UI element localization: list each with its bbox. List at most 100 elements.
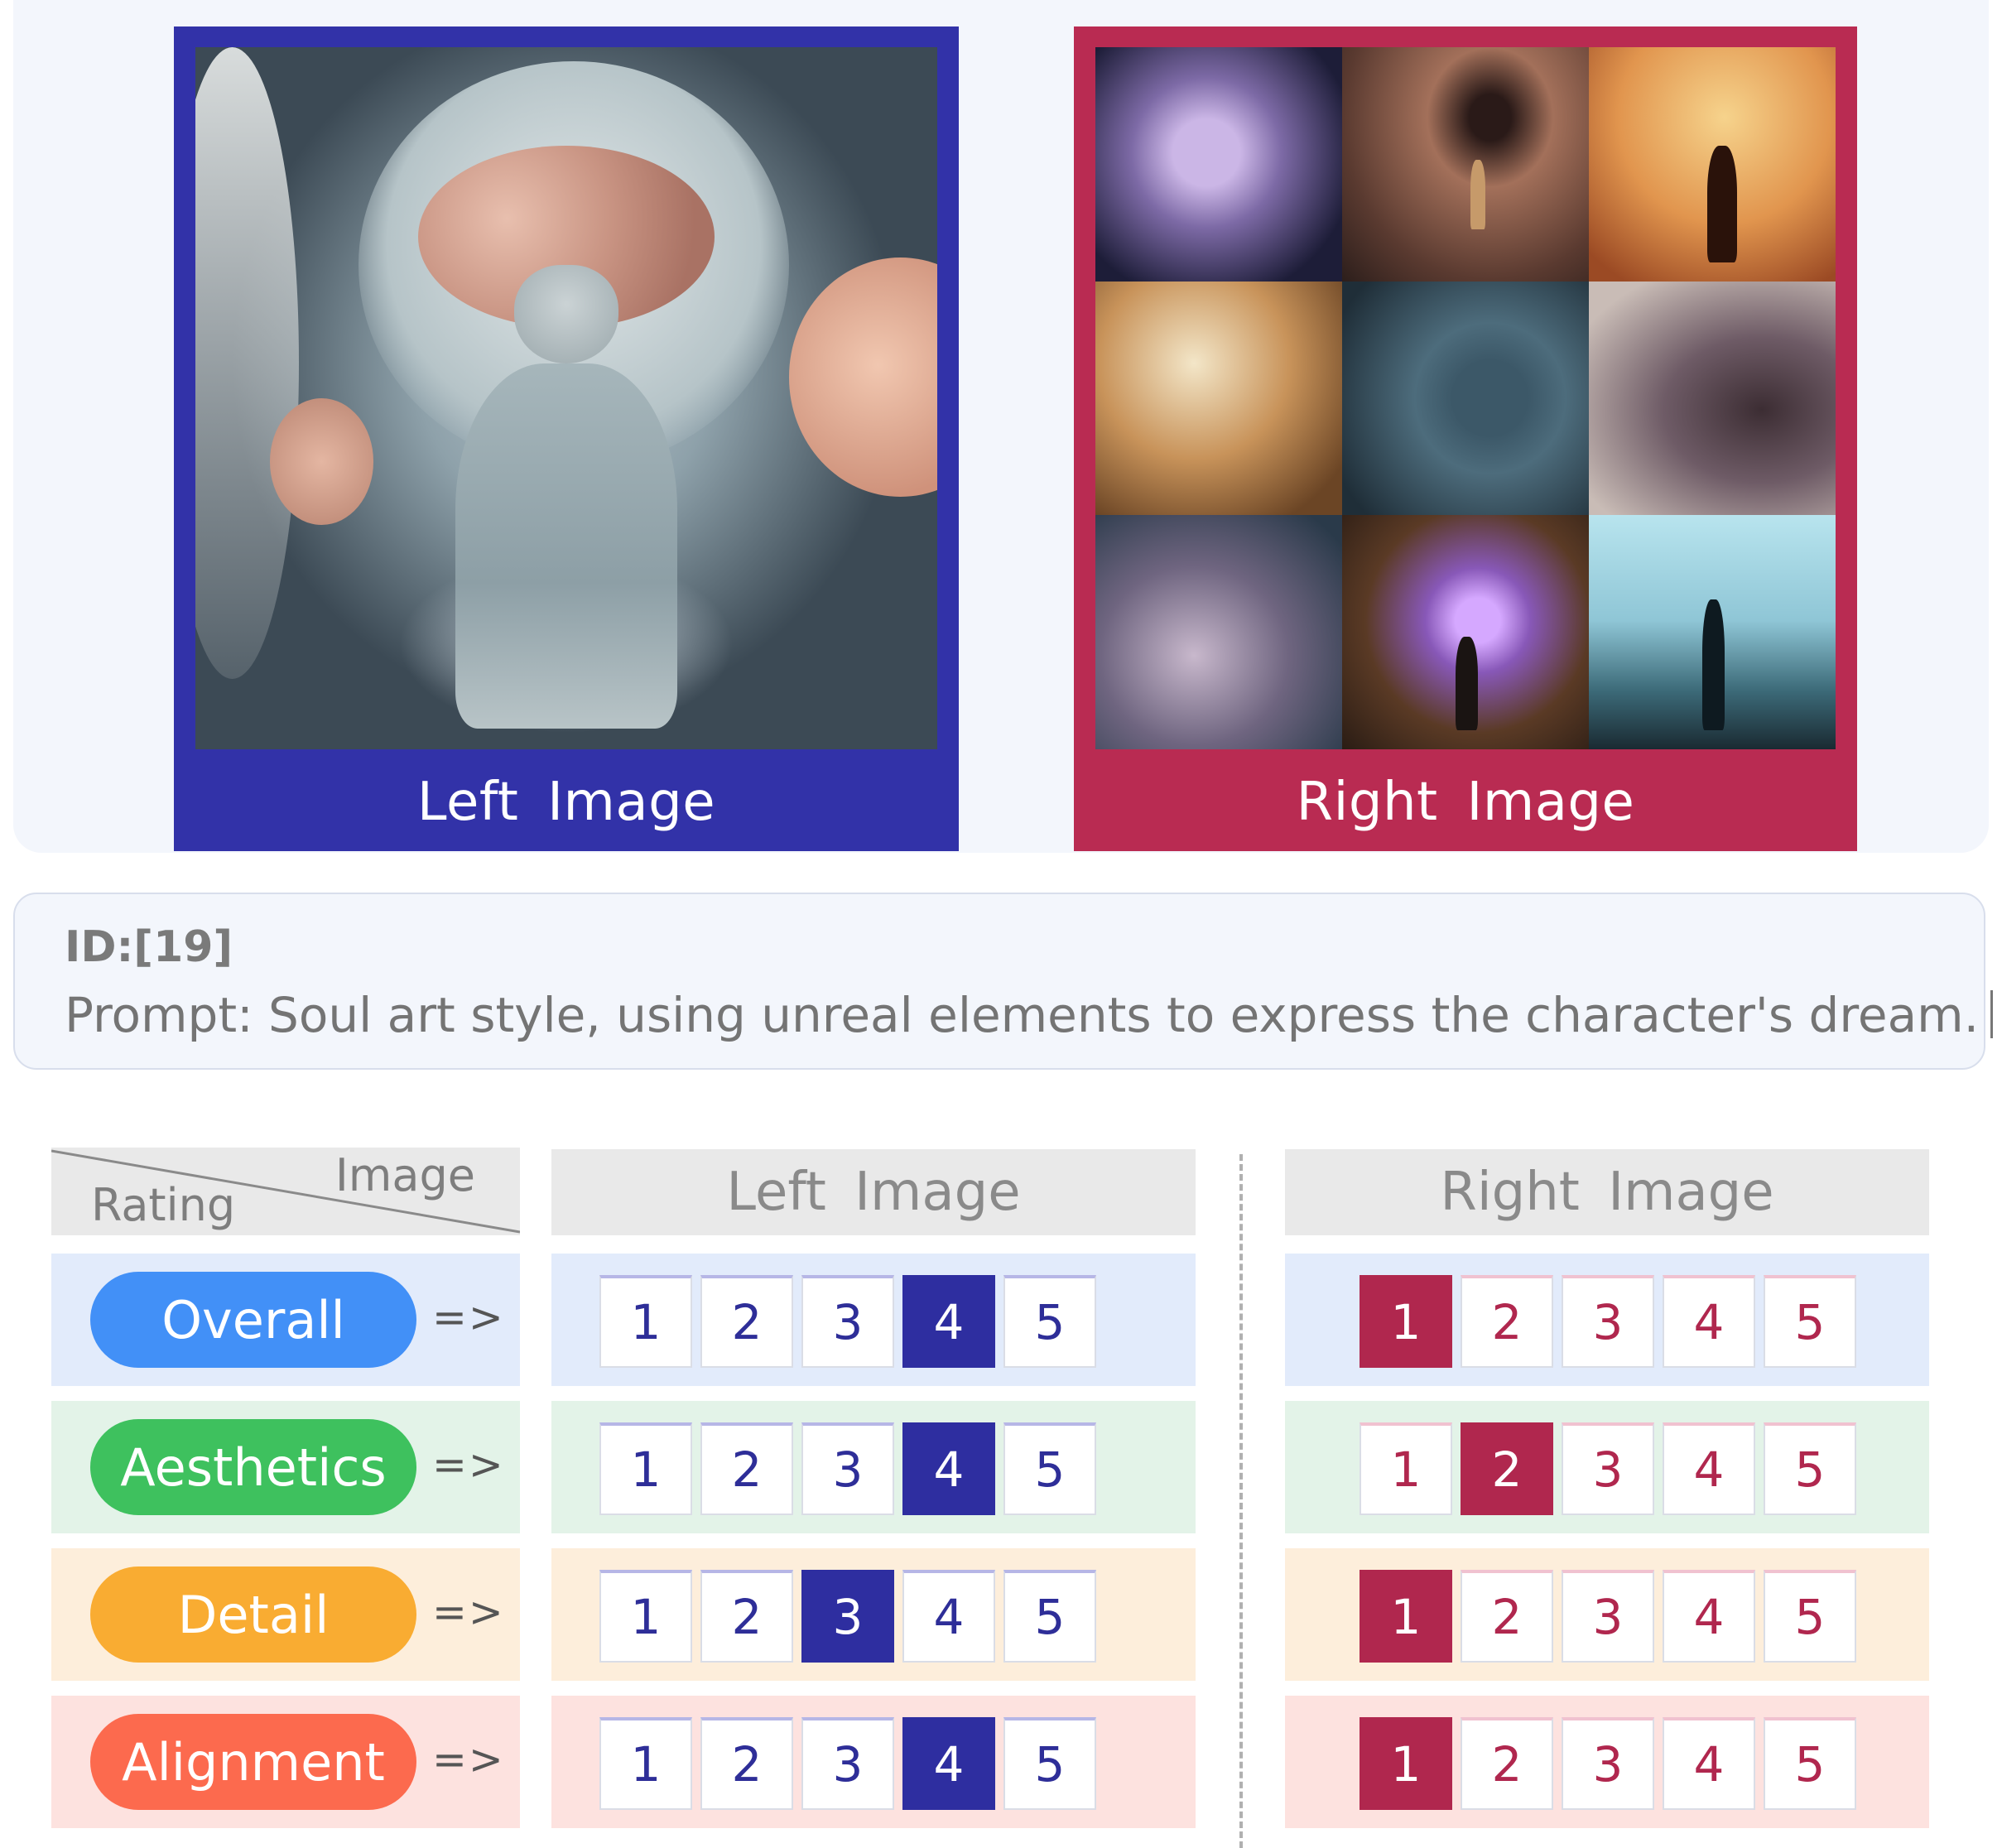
right-alignment-option-4[interactable]: 4 <box>1663 1717 1755 1810</box>
right-detail-option-5[interactable]: 5 <box>1764 1570 1856 1663</box>
right-detail-option-3[interactable]: 3 <box>1562 1570 1654 1663</box>
right-alignment-option-2[interactable]: 2 <box>1461 1717 1553 1810</box>
prompt-id: ID:[19] <box>65 922 233 972</box>
arrow-indicator: => <box>432 1588 505 1636</box>
right-detail-option-4[interactable]: 4 <box>1663 1570 1755 1663</box>
left-aesthetics-option-5[interactable]: 5 <box>1003 1422 1096 1515</box>
right-image-rating-cell: 12345 <box>1285 1696 1929 1828</box>
grid-tile <box>1589 47 1836 282</box>
image-comparison-panel: Left Image Right Image <box>13 0 1989 853</box>
right-detail-option-2[interactable]: 2 <box>1461 1570 1553 1663</box>
right-aesthetics-option-4[interactable]: 4 <box>1663 1422 1755 1515</box>
alignment-label-pill: Alignment <box>90 1714 416 1810</box>
left-image-rating-cell: 12345 <box>551 1401 1196 1533</box>
left-image-rating-cell: 12345 <box>551 1254 1196 1386</box>
left-overall-option-1[interactable]: 1 <box>599 1275 692 1368</box>
right-alignment-option-1[interactable]: 1 <box>1360 1717 1452 1810</box>
prompt-text: Prompt: Soul art style, using unreal ele… <box>65 987 1994 1043</box>
right-image[interactable] <box>1095 47 1836 749</box>
right-alignment-option-5[interactable]: 5 <box>1764 1717 1856 1810</box>
left-overall-option-2[interactable]: 2 <box>700 1275 793 1368</box>
left-image-painting <box>195 47 937 749</box>
left-alignment-option-1[interactable]: 1 <box>599 1717 692 1810</box>
right-overall-option-3[interactable]: 3 <box>1562 1275 1654 1368</box>
right-detail-option-1[interactable]: 1 <box>1360 1570 1452 1663</box>
right-image-frame: Right Image <box>1074 26 1857 851</box>
grid-tile <box>1589 515 1836 749</box>
left-overall-option-4[interactable]: 4 <box>902 1275 995 1368</box>
left-aesthetics-option-2[interactable]: 2 <box>700 1422 793 1515</box>
grid-tile <box>1342 281 1589 516</box>
prompt-box[interactable]: ID:[19] Prompt: Soul art style, using un… <box>13 893 1994 1070</box>
aesthetics-label-pill: Aesthetics <box>90 1419 416 1515</box>
right-aesthetics-option-3[interactable]: 3 <box>1562 1422 1654 1515</box>
left-overall-option-3[interactable]: 3 <box>801 1275 894 1368</box>
left-image-aesthetics-scale: 12345 <box>599 1422 1096 1515</box>
rating-row-overall: Overall => 1 2 3 4 5 1 2 3 4 5 <box>0 1254 2002 1386</box>
left-image-frame: Left Image <box>174 26 959 851</box>
left-detail-option-2[interactable]: 2 <box>700 1570 793 1663</box>
rating-row-alignment: Alignment => 1 2 3 4 5 1 2 3 4 5 <box>0 1696 2002 1828</box>
left-detail-option-5[interactable]: 5 <box>1003 1570 1096 1663</box>
left-aesthetics-option-1[interactable]: 1 <box>599 1422 692 1515</box>
detail-label-pill: Detail <box>90 1566 416 1663</box>
right-overall-option-5[interactable]: 5 <box>1764 1275 1856 1368</box>
right-image-grid <box>1095 47 1836 749</box>
left-image-rating-cell: 12345 <box>551 1696 1196 1828</box>
left-image-caption: Left Image <box>416 772 716 833</box>
arrow-indicator: => <box>432 1735 505 1783</box>
overall-label-pill: Overall <box>90 1272 416 1368</box>
left-alignment-option-4[interactable]: 4 <box>902 1717 995 1810</box>
left-alignment-option-5[interactable]: 5 <box>1003 1717 1096 1810</box>
right-overall-option-1[interactable]: 1 <box>1360 1275 1452 1368</box>
right-overall-option-2[interactable]: 2 <box>1461 1275 1553 1368</box>
left-image-overall-scale: 12345 <box>599 1275 1096 1368</box>
right-image-caption: Right Image <box>1296 772 1635 833</box>
table-corner-header: Rating Image <box>51 1148 520 1235</box>
left-image-alignment-scale: 12345 <box>599 1717 1096 1810</box>
right-image-detail-scale: 12345 <box>1360 1570 1856 1663</box>
right-aesthetics-option-1[interactable]: 1 <box>1360 1422 1452 1515</box>
rating-label-cell: Overall => <box>51 1254 520 1386</box>
rating-row-aesthetics: Aesthetics => 1 2 3 4 5 1 2 3 4 5 <box>0 1401 2002 1533</box>
grid-tile <box>1095 281 1342 516</box>
rating-row-detail: Detail => 1 2 3 4 5 1 2 3 4 5 <box>0 1548 2002 1681</box>
left-detail-option-4[interactable]: 4 <box>902 1570 995 1663</box>
text-caret <box>1990 990 1994 1038</box>
grid-tile <box>1095 515 1342 749</box>
left-image-detail-scale: 12345 <box>599 1570 1096 1663</box>
left-alignment-option-2[interactable]: 2 <box>700 1717 793 1810</box>
right-image-aesthetics-scale: 12345 <box>1360 1422 1856 1515</box>
right-overall-option-4[interactable]: 4 <box>1663 1275 1755 1368</box>
left-image[interactable] <box>195 47 937 749</box>
right-aesthetics-option-2[interactable]: 2 <box>1461 1422 1553 1515</box>
grid-tile <box>1589 281 1836 516</box>
grid-tile <box>1342 515 1589 749</box>
left-aesthetics-option-4[interactable]: 4 <box>902 1422 995 1515</box>
prompt-text-value: Prompt: Soul art style, using unreal ele… <box>65 987 1980 1043</box>
corner-row-label: Rating <box>91 1179 236 1231</box>
right-alignment-option-3[interactable]: 3 <box>1562 1717 1654 1810</box>
rating-label-cell: Aesthetics => <box>51 1401 520 1533</box>
left-detail-option-3[interactable]: 3 <box>801 1570 894 1663</box>
left-alignment-option-3[interactable]: 3 <box>801 1717 894 1810</box>
right-image-column-header: Right Image <box>1285 1149 1929 1235</box>
right-image-alignment-scale: 12345 <box>1360 1717 1856 1810</box>
grid-tile <box>1095 47 1342 282</box>
right-aesthetics-option-5[interactable]: 5 <box>1764 1422 1856 1515</box>
right-image-rating-cell: 12345 <box>1285 1548 1929 1681</box>
rating-label-cell: Detail => <box>51 1548 520 1681</box>
left-aesthetics-option-3[interactable]: 3 <box>801 1422 894 1515</box>
corner-col-label: Image <box>334 1149 475 1201</box>
right-image-overall-scale: 12345 <box>1360 1275 1856 1368</box>
left-image-rating-cell: 12345 <box>551 1548 1196 1681</box>
rating-label-cell: Alignment => <box>51 1696 520 1828</box>
right-image-rating-cell: 12345 <box>1285 1254 1929 1386</box>
arrow-indicator: => <box>432 1441 505 1489</box>
left-image-column-header: Left Image <box>551 1149 1196 1235</box>
left-detail-option-1[interactable]: 1 <box>599 1570 692 1663</box>
grid-tile <box>1342 47 1589 282</box>
arrow-indicator: => <box>432 1293 505 1341</box>
left-overall-option-5[interactable]: 5 <box>1003 1275 1096 1368</box>
right-image-rating-cell: 12345 <box>1285 1401 1929 1533</box>
